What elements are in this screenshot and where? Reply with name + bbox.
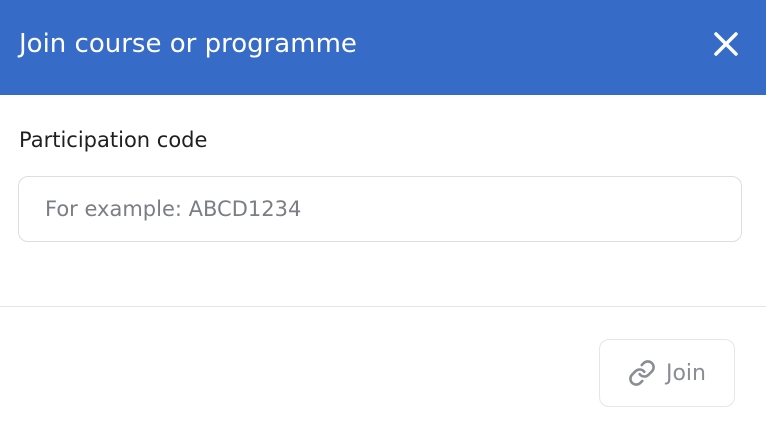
footer-divider	[0, 306, 766, 307]
dialog-body: Participation code	[0, 95, 766, 306]
dialog-header: Join course or programme	[0, 0, 766, 95]
participation-code-input[interactable]	[18, 176, 742, 242]
join-button[interactable]: Join	[599, 339, 735, 407]
close-icon	[714, 32, 738, 56]
close-button[interactable]	[706, 24, 746, 64]
link-icon	[628, 359, 656, 387]
join-dialog: Join course or programme Participation c…	[0, 0, 766, 438]
dialog-title: Join course or programme	[19, 29, 357, 59]
join-button-label: Join	[665, 360, 706, 386]
participation-code-label: Participation code	[19, 128, 208, 152]
